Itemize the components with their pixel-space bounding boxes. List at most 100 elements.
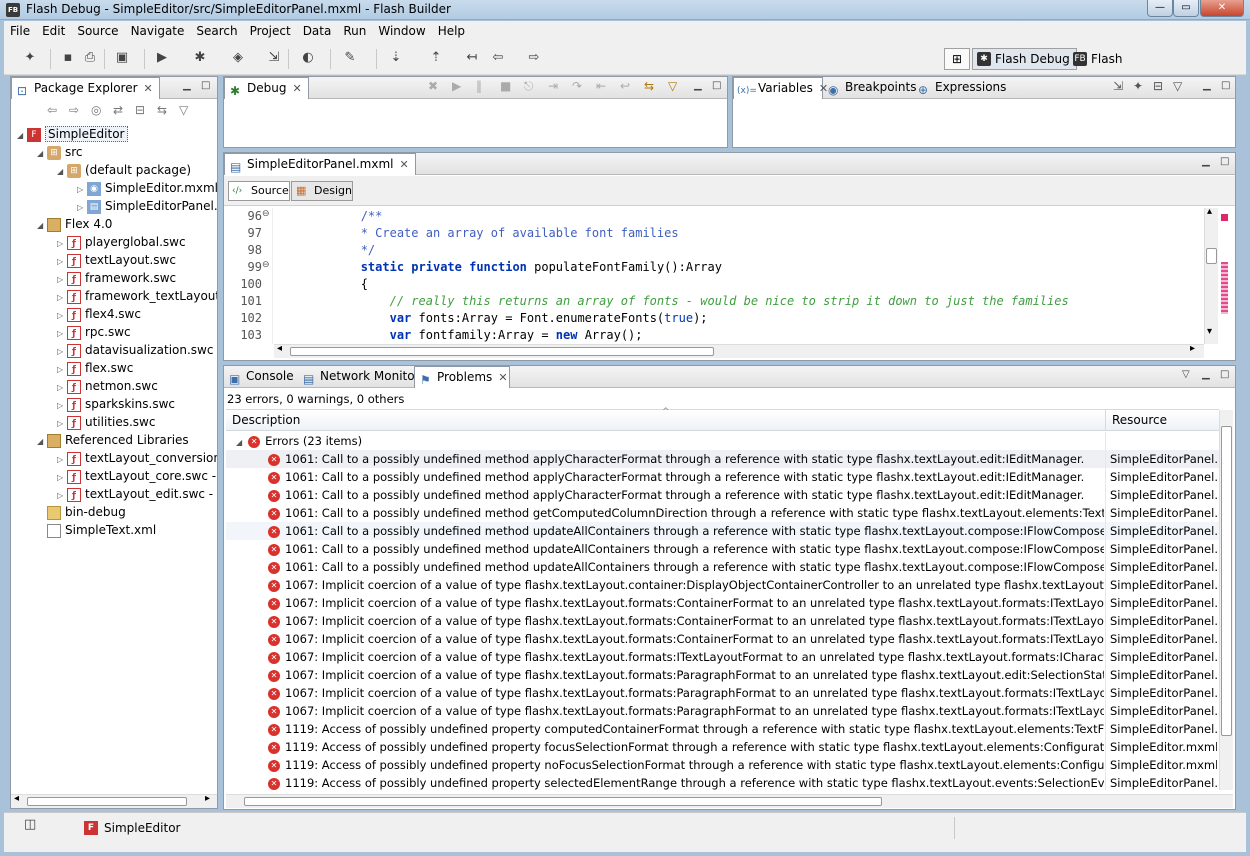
- menu-data[interactable]: Data: [297, 21, 338, 38]
- suspend-icon[interactable]: ‖: [476, 79, 482, 93]
- step-return-icon[interactable]: ⇤: [596, 79, 606, 93]
- minimize-button[interactable]: —: [1147, 0, 1173, 17]
- tree-item[interactable]: ▷ ƒ netmon.swc: [57, 377, 158, 395]
- tree-item[interactable]: ▷ ƒ flex4.swc: [57, 305, 141, 323]
- problem-row[interactable]: ✕ 1067: Implicit coercion of a value of t…: [226, 576, 1219, 594]
- minimize-icon[interactable]: ▁: [1202, 369, 1210, 380]
- problem-row[interactable]: ✕ 1061: Call to a possibly undefined meth…: [226, 522, 1219, 540]
- profile-icon[interactable]: ◈: [230, 50, 246, 66]
- close-icon[interactable]: ✕: [144, 82, 153, 95]
- use-step-filters-icon[interactable]: ⇆: [644, 79, 654, 93]
- maximize-icon[interactable]: □: [712, 80, 721, 91]
- perspective-flash[interactable]: FB Flash: [1068, 48, 1129, 70]
- close-icon[interactable]: ✕: [498, 371, 507, 384]
- problem-group-errors[interactable]: ◢ ✕ Errors (23 items): [236, 432, 1216, 450]
- tree-item[interactable]: ▷ ƒ rpc.swc: [57, 323, 131, 341]
- close-icon[interactable]: ✕: [400, 158, 409, 171]
- debug-icon[interactable]: ✱: [192, 50, 208, 66]
- problem-row[interactable]: ✕ 1119: Access of possibly undefined prop…: [226, 738, 1219, 756]
- collapse-all-icon[interactable]: ⊟: [1153, 79, 1163, 93]
- perspective-flash-debug[interactable]: ✱ Flash Debug: [972, 48, 1077, 70]
- tree-item[interactable]: ◢ Flex 4.0: [37, 215, 112, 233]
- source-mode-button[interactable]: ‹/› Source: [228, 181, 290, 201]
- problem-row[interactable]: ✕ 1061: Call to a possibly undefined meth…: [226, 540, 1219, 558]
- column-resource[interactable]: Resource: [1112, 413, 1167, 427]
- view-menu-icon[interactable]: ▽: [1182, 369, 1190, 380]
- editor-hscroll[interactable]: ◂ ▸: [274, 343, 1204, 358]
- external-tools-icon[interactable]: ◐: [300, 50, 316, 66]
- step-over-icon[interactable]: ↷: [572, 79, 582, 93]
- menu-help[interactable]: Help: [432, 21, 471, 38]
- new-icon[interactable]: ✦: [22, 50, 38, 66]
- print-icon[interactable]: ⎙: [82, 50, 98, 66]
- problem-row[interactable]: ✕ 1119: Access of possibly undefined prop…: [226, 756, 1219, 774]
- tree-item[interactable]: ▷ ƒ playerglobal.swc: [57, 233, 186, 251]
- fast-view-icon[interactable]: ◫: [24, 817, 36, 832]
- tree-item[interactable]: ▷▤SimpleEditorPanel.mxml: [77, 197, 217, 215]
- minimize-icon[interactable]: ▁: [1203, 80, 1211, 91]
- scroll-left-icon[interactable]: ◂: [14, 793, 19, 804]
- minimize-icon[interactable]: ▁: [183, 80, 191, 91]
- run-icon[interactable]: ▶: [154, 50, 170, 66]
- problems-vscroll[interactable]: [1219, 410, 1233, 790]
- select-all-icon[interactable]: ✦: [1133, 79, 1143, 93]
- error-markers-stack[interactable]: [1221, 262, 1228, 314]
- tree-item[interactable]: ▷ ƒ textLayout_edit.swc - C:: [57, 485, 217, 503]
- drop-to-frame-icon[interactable]: ↩: [620, 79, 630, 93]
- next-annotation-icon[interactable]: ⇣: [388, 50, 404, 66]
- tree-item[interactable]: ▷ ƒ utilities.swc: [57, 413, 155, 431]
- problem-row[interactable]: ✕ 1067: Implicit coercion of a value of t…: [226, 684, 1219, 702]
- tab-package-explorer[interactable]: ⊡ Package Explorer ✕: [11, 77, 160, 99]
- problem-row[interactable]: ✕ 1067: Implicit coercion of a value of t…: [226, 612, 1219, 630]
- scroll-thumb[interactable]: [290, 347, 714, 356]
- tree-twisty-icon[interactable]: ◢: [57, 163, 67, 181]
- scroll-thumb[interactable]: [1206, 248, 1217, 264]
- tree-item[interactable]: ▷ ƒ datavisualization.swc: [57, 341, 213, 359]
- show-type-names-icon[interactable]: ⇲: [1113, 79, 1123, 93]
- scroll-left-icon[interactable]: ◂: [277, 343, 282, 354]
- problems-hscroll[interactable]: [226, 794, 1233, 808]
- problem-row[interactable]: ✕ 1067: Implicit coercion of a value of t…: [226, 594, 1219, 612]
- editor-vscroll[interactable]: ▴ ▾: [1204, 206, 1218, 344]
- open-perspective-button[interactable]: ⊞: [944, 48, 970, 70]
- collapse-all-icon[interactable]: ⊟: [135, 103, 145, 117]
- menu-project[interactable]: Project: [244, 21, 297, 38]
- fold-icon[interactable]: ⊖: [262, 209, 270, 219]
- tree-item[interactable]: ◢ ⊞ (default package): [57, 161, 191, 179]
- scroll-thumb[interactable]: [27, 797, 187, 806]
- brush-icon[interactable]: ✎: [342, 50, 358, 66]
- problem-row[interactable]: ✕ 1061: Call to a possibly undefined meth…: [226, 486, 1219, 504]
- problem-row[interactable]: ✕ 1119: Access of possibly undefined prop…: [226, 774, 1219, 790]
- menu-search[interactable]: Search: [190, 21, 243, 38]
- problem-row[interactable]: ✕ 1067: Implicit coercion of a value of t…: [226, 630, 1219, 648]
- save-icon[interactable]: ▪: [60, 50, 76, 66]
- remove-terminated-icon[interactable]: ✖: [428, 79, 438, 93]
- tab-variables[interactable]: (x)= Variables ✕: [733, 77, 828, 99]
- view-menu-icon[interactable]: ▽: [179, 103, 188, 117]
- problem-row[interactable]: ✕ 1061: Call to a possibly undefined meth…: [226, 468, 1219, 486]
- tree-twisty-icon[interactable]: ◢: [37, 145, 47, 163]
- tree-item[interactable]: ▷ƒtextLayout_core.swc - C:: [57, 467, 217, 485]
- tree-twisty-icon[interactable]: ◢: [17, 127, 27, 145]
- tree-item[interactable]: ▷ƒframework_textLayout.swc: [57, 287, 217, 305]
- prev-annotation-icon[interactable]: ⇡: [428, 50, 444, 66]
- forward-icon[interactable]: ⇨: [69, 103, 79, 117]
- problem-row[interactable]: ✕ 1067: Implicit coercion of a value of t…: [226, 666, 1219, 684]
- error-marker[interactable]: [1221, 214, 1228, 221]
- design-mode-button[interactable]: ▦ Design: [291, 181, 353, 201]
- back-icon[interactable]: ⇦: [47, 103, 57, 117]
- home-icon[interactable]: ◎: [91, 103, 101, 117]
- maximize-icon[interactable]: □: [1220, 369, 1229, 380]
- last-edit-icon[interactable]: ↤: [464, 50, 480, 66]
- step-into-icon[interactable]: ⇥: [548, 79, 558, 93]
- build-icon[interactable]: ▣: [114, 50, 130, 66]
- tab-console[interactable]: ▣ Console: [224, 366, 296, 388]
- tree-item[interactable]: ▷ ◉ SimpleEditor.mxml: [77, 179, 217, 197]
- problem-row[interactable]: ✕ 1061: Call to a possibly undefined meth…: [226, 450, 1219, 468]
- tree-item[interactable]: SimpleText.xml: [37, 521, 156, 539]
- tree-twisty-icon[interactable]: ◢: [37, 217, 47, 235]
- maximize-icon[interactable]: □: [201, 80, 210, 91]
- minimize-icon[interactable]: ▁: [1202, 156, 1210, 167]
- menu-file[interactable]: File: [4, 21, 36, 38]
- view-menu-icon[interactable]: ▽: [1173, 79, 1182, 93]
